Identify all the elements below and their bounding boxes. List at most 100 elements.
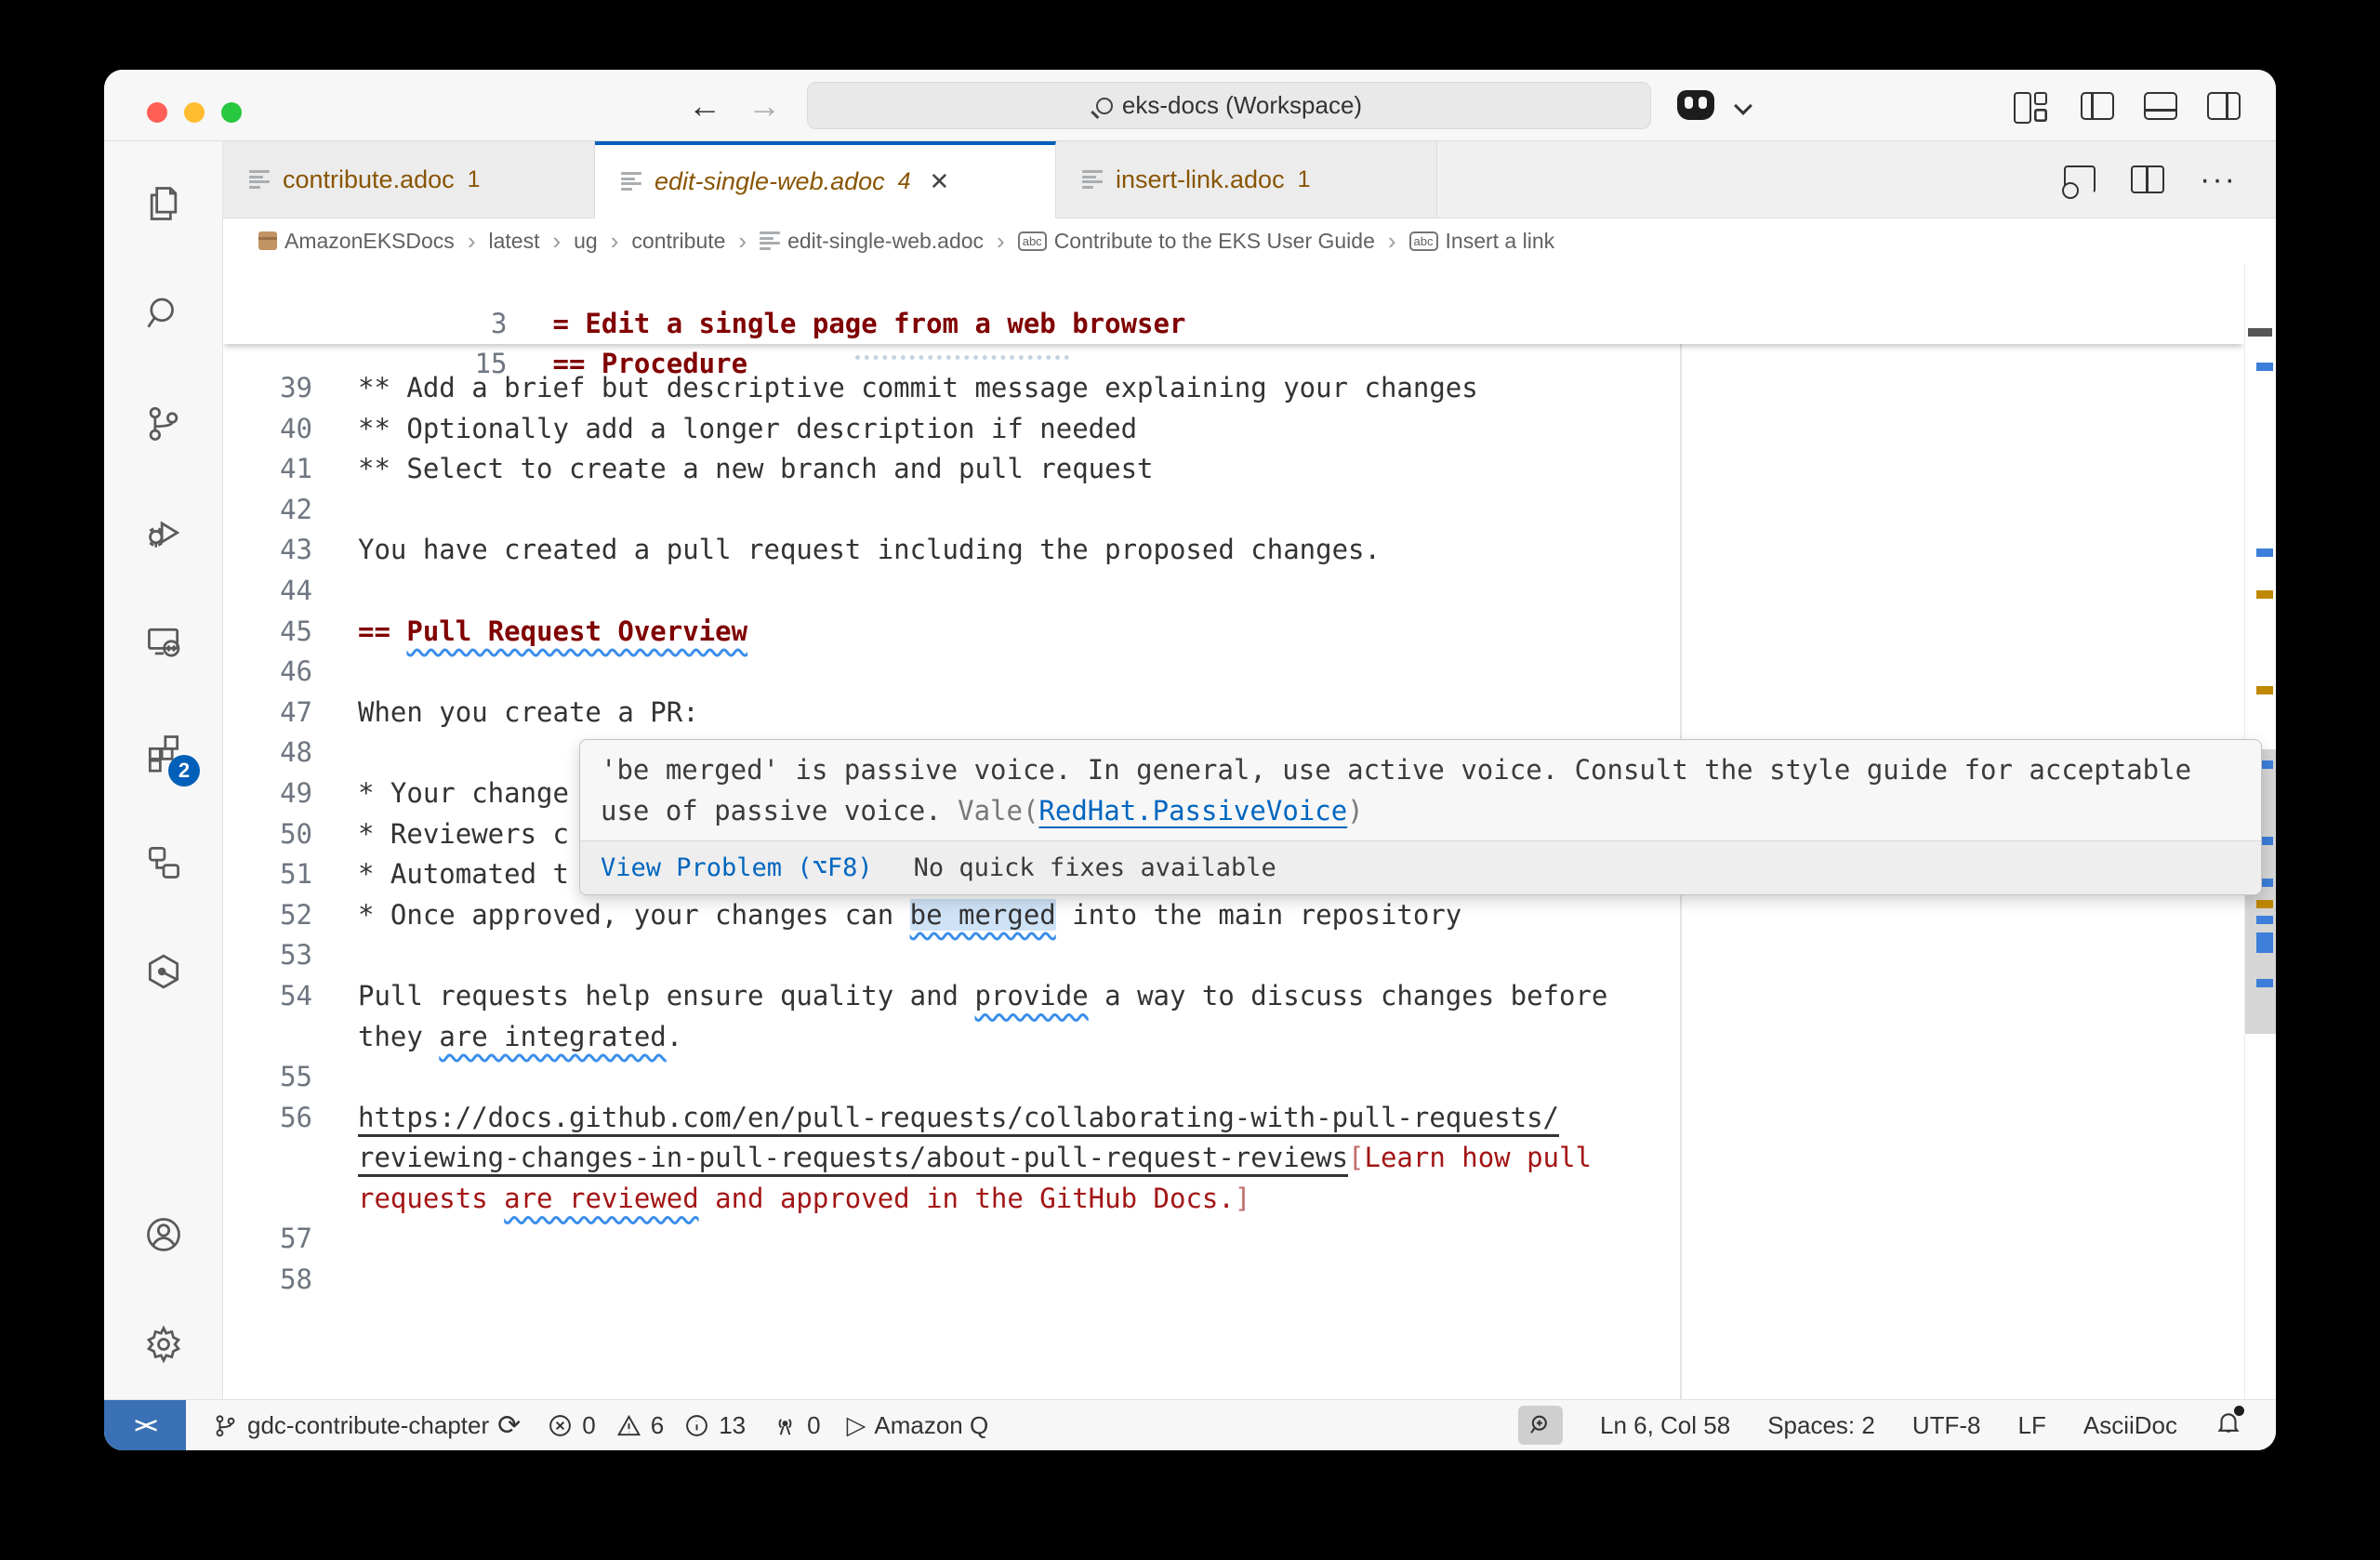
info-marker [2256,549,2273,557]
line-number: 56 [223,1098,312,1139]
encoding-item[interactable]: UTF-8 [1912,1411,1981,1440]
extensions-icon[interactable]: 2 [104,697,222,807]
code-line: 44 [223,571,2239,612]
copilot-icon[interactable] [1677,90,1714,120]
breadcrumb-separator: › [1388,227,1396,256]
code-line: 42 [223,490,2239,531]
breadcrumb-label: AmazonEKSDocs [284,229,455,254]
ports-item[interactable]: 0 [772,1411,820,1440]
more-actions-icon[interactable]: ··· [2200,170,2237,189]
info-icon [683,1412,710,1439]
tab-problem-badge: 1 [468,166,481,193]
maximize-window-button[interactable] [221,102,242,123]
remote-explorer-icon[interactable] [104,588,222,697]
source-control-icon[interactable] [104,368,222,478]
indentation-item[interactable]: Spaces: 2 [1767,1411,1875,1440]
zoom-indicator[interactable] [1518,1406,1563,1445]
branch-icon [212,1412,239,1439]
toggle-panel-icon[interactable] [2144,92,2177,120]
code-line: 43You have created a pull request includ… [223,530,2239,571]
toggle-secondary-sidebar-icon[interactable] [2207,92,2241,120]
sticky-heading: = Edit a single page from a web browser [553,308,1186,339]
info-marker [2256,363,2273,371]
breadcrumb-item[interactable]: AmazonEKSDocs [258,229,455,254]
close-window-button[interactable] [147,102,167,123]
problems-item[interactable]: 0 6 13 [547,1411,746,1440]
tab-label: contribute.adoc [283,165,455,194]
sticky-scroll: 3= Edit a single page from a web browser… [223,263,2244,344]
tab-problem-badge: 4 [898,168,911,195]
breadcrumb-item[interactable]: ug [574,229,598,254]
tooltip-action-bar: View Problem (⌥F8) No quick fixes availa… [580,840,2261,894]
breadcrumb-item[interactable]: abcInsert a link [1409,229,1555,254]
tab-edit-single-web-adoc[interactable]: edit-single-web.adoc 4 ✕ [595,141,1056,218]
line-number: 49 [223,773,312,814]
vscode-window: ← → eks-docs (Workspace) [104,70,2276,1450]
breadcrumb-separator: › [611,227,619,256]
play-icon: ▷ [847,1411,866,1440]
navigate-forward-button[interactable]: → [747,70,781,141]
code-line: 58 [223,1260,2239,1301]
accounts-icon[interactable] [104,1180,222,1289]
info-marker [2256,979,2273,987]
radio-tower-icon [772,1412,799,1439]
settings-gear-icon[interactable] [104,1289,222,1399]
line-number: 52 [223,895,312,936]
extensions-badge: 2 [168,755,200,787]
breadcrumb-label: latest [488,229,539,254]
amazon-q-icon[interactable] [104,917,222,1026]
amazon-q-item[interactable]: ▷ Amazon Q [847,1411,989,1440]
run-debug-icon[interactable] [104,478,222,588]
file-lines-icon [760,231,780,250]
toggle-primary-sidebar-icon[interactable] [2081,92,2114,120]
line-number: 53 [223,935,312,976]
split-editor-icon[interactable] [2131,165,2164,193]
breadcrumb-item[interactable]: latest [488,229,539,254]
breadcrumb-item[interactable]: edit-single-web.adoc [760,229,984,254]
code-line: 55 [223,1057,2239,1098]
notifications-bell-icon[interactable] [2215,1408,2242,1443]
close-tab-icon[interactable]: ✕ [930,167,950,196]
code-line: 47When you create a PR: [223,693,2239,734]
code-line: requests are reviewed and approved in th… [223,1179,2239,1220]
code-line: 54Pull requests help ensure quality and … [223,976,2239,1017]
command-center-search[interactable]: eks-docs (Workspace) [807,82,1651,129]
minimize-window-button[interactable] [184,102,205,123]
tab-insert-link-adoc[interactable]: insert-link.adoc 1 [1056,141,1437,218]
git-branch-item[interactable]: gdc-contribute-chapter ⟳ [212,1409,521,1442]
code-line: 52* Once approved, your changes can be m… [223,895,2239,936]
copilot-chevron-down-icon[interactable] [1734,97,1752,115]
sticky-line[interactable]: 3= Edit a single page from a web browser [223,263,2244,304]
breadcrumb-item[interactable]: contribute [631,229,725,254]
open-preview-icon[interactable] [2064,165,2096,193]
title-bar: ← → eks-docs (Workspace) [104,70,2276,141]
info-marker [2256,916,2273,924]
code-line: reviewing-changes-in-pull-requests/about… [223,1138,2239,1179]
navigate-back-button[interactable]: ← [688,70,721,141]
view-problem-button[interactable]: View Problem (⌥F8) [601,853,873,882]
breadcrumb-label: Insert a link [1446,229,1555,254]
vale-rule-link[interactable]: RedHat.PassiveVoice [1038,795,1347,826]
tab-label: edit-single-web.adoc [654,167,885,196]
line-number: 42 [223,490,312,531]
warning-icon [615,1412,642,1439]
explorer-icon[interactable] [104,149,222,258]
tab-contribute-adoc[interactable]: contribute.adoc 1 [223,141,595,218]
eol-item[interactable]: LF [2018,1411,2046,1440]
code-line: 53 [223,935,2239,976]
sync-icon[interactable]: ⟳ [497,1409,521,1442]
sticky-heading: == Procedure [553,348,748,379]
code-line: 40** Optionally add a longer description… [223,409,2239,450]
editor-viewport[interactable]: 39** Add a brief but descriptive commit … [223,263,2276,1399]
cursor-position-item[interactable]: Ln 6, Col 58 [1600,1411,1730,1440]
tab-label: insert-link.adoc [1116,165,1285,194]
search-sidebar-icon[interactable] [104,258,222,368]
hidden-line-squiggle [855,355,1069,360]
hierarchy-view-icon[interactable] [104,807,222,917]
customize-layout-icon[interactable] [2014,92,2051,120]
language-mode-item[interactable]: AsciiDoc [2083,1411,2177,1440]
remote-indicator[interactable]: >< [104,1400,186,1450]
problem-hover-tooltip: 'be merged' is passive voice. In general… [579,739,2262,895]
breadcrumb-item[interactable]: abcContribute to the EKS User Guide [1018,229,1375,254]
line-number: 48 [223,733,312,773]
